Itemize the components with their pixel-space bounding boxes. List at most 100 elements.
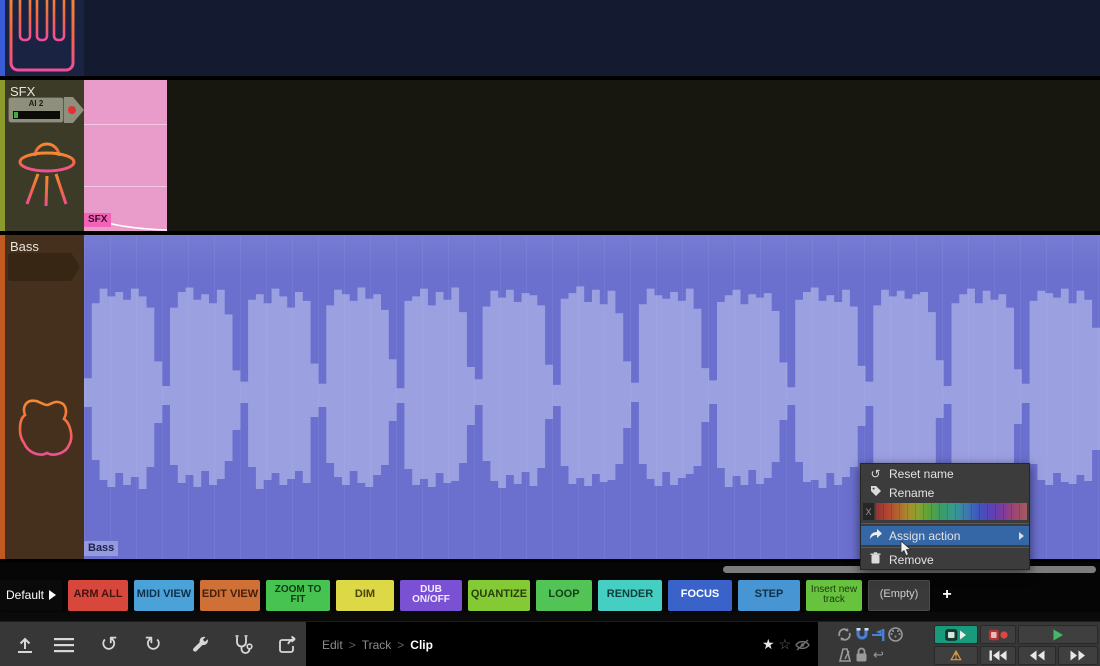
main-menu-button[interactable] xyxy=(47,628,81,661)
star-outline-icon[interactable]: ☆ xyxy=(779,636,792,653)
sfx-clip[interactable]: SFX xyxy=(84,80,167,231)
status-transport-bar: ↺ ↻ Edit > Track > Clip ★ ☆ ↩ ⚠ xyxy=(0,621,1100,666)
share-project-button[interactable] xyxy=(270,628,304,661)
sfx-level-meter xyxy=(13,111,60,119)
bass-clip-label: Bass xyxy=(84,541,119,556)
sync-toggle[interactable] xyxy=(836,626,853,643)
star-filled-icon[interactable]: ★ xyxy=(762,636,775,653)
sfx-track-lane[interactable]: SFX xyxy=(84,80,1100,231)
hamburger-menu-icon xyxy=(54,637,74,652)
menu-label: Reset name xyxy=(889,466,954,481)
undo-button[interactable]: ↺ xyxy=(92,628,126,661)
bass-track-header[interactable]: Bass xyxy=(0,235,84,559)
sfx-level-value xyxy=(14,112,18,118)
add-macro-button[interactable]: + xyxy=(936,580,958,611)
breadcrumb-edit[interactable]: Edit xyxy=(322,638,343,652)
breadcrumb-track[interactable]: Track xyxy=(362,638,392,652)
clip-context-menu: ↺ Reset name Rename X Assign action Remo… xyxy=(860,463,1030,570)
loop-button[interactable]: LOOP xyxy=(536,579,592,611)
go-to-start-button[interactable] xyxy=(980,646,1016,665)
insert-new-track-button[interactable]: Insert new track xyxy=(806,579,862,611)
toolbar-gap xyxy=(0,612,1100,621)
metronome-icon xyxy=(838,647,851,662)
quantize-button[interactable]: QUANTIZE xyxy=(468,579,530,611)
share-export-icon xyxy=(278,635,296,653)
sfx-track-header[interactable]: SFX AI 2 xyxy=(0,80,84,231)
color-picker-row: X xyxy=(861,502,1029,521)
bass-name-strip[interactable] xyxy=(8,253,80,281)
ufo-icon xyxy=(18,142,76,207)
preferences-button[interactable] xyxy=(183,628,217,661)
reset-icon: ↺ xyxy=(870,466,881,481)
return-to-cue-toggle[interactable]: ↩ xyxy=(870,646,887,663)
menu-item-rename[interactable]: Rename xyxy=(861,483,1029,502)
bass-guitar-icon xyxy=(18,377,73,456)
dim-button[interactable]: DIM xyxy=(336,579,394,611)
sfx-clip-label: SFX xyxy=(84,213,112,227)
rewind-button[interactable] xyxy=(1018,646,1056,665)
menu-separator xyxy=(861,523,1029,524)
chords-track-lane[interactable] xyxy=(84,0,1100,76)
scripting-button[interactable] xyxy=(226,628,260,661)
snap-toggle[interactable] xyxy=(853,626,870,643)
track-row-chords[interactable] xyxy=(0,0,1100,76)
midi-view-button[interactable]: MIDI VIEW xyxy=(134,579,194,611)
record-button[interactable] xyxy=(980,625,1016,644)
redo-button[interactable]: ↻ xyxy=(136,628,170,661)
wrench-icon xyxy=(192,636,208,652)
arm-all-button[interactable]: ARM ALL xyxy=(68,579,128,611)
lock-toggle[interactable] xyxy=(853,646,870,663)
breadcrumb-separator: > xyxy=(397,637,405,652)
menu-item-reset-name[interactable]: ↺ Reset name xyxy=(861,464,1029,483)
step-button[interactable]: STEP xyxy=(738,579,800,611)
skip-to-start-icon xyxy=(989,650,1007,661)
track-row-sfx[interactable]: SFX SFX AI 2 xyxy=(0,80,1100,231)
macro-toolbar: Default ARM ALL MIDI VIEW EDIT VIEW ZOOM… xyxy=(0,578,1100,612)
fast-forward-button[interactable] xyxy=(1058,646,1098,665)
midi-in-indicator[interactable] xyxy=(887,626,904,643)
sfx-track-color-strip xyxy=(0,80,5,231)
menu-separator xyxy=(861,547,1029,548)
preset-selector-button[interactable]: Default xyxy=(0,579,62,611)
sfx-fade-curve xyxy=(107,222,167,231)
menu-item-remove[interactable]: Remove xyxy=(861,550,1029,569)
clip-play-icon xyxy=(945,628,966,641)
loop-return-icon: ↩ xyxy=(873,646,884,662)
record-play-mode-button[interactable] xyxy=(934,625,978,644)
punch-flag-icon xyxy=(872,628,885,641)
sync-icon xyxy=(838,628,851,641)
bass-track-name: Bass xyxy=(10,239,39,254)
play-triangle-icon xyxy=(49,590,57,600)
bass-lane-shading xyxy=(84,235,1100,275)
color-clear-button[interactable]: X xyxy=(863,503,874,520)
render-button[interactable]: RENDER xyxy=(598,579,662,611)
color-picker-strip[interactable] xyxy=(875,503,1027,520)
focus-button[interactable]: FOCUS xyxy=(668,579,732,611)
warning-icon: ⚠ xyxy=(950,647,962,663)
edit-view-button[interactable]: EDIT VIEW xyxy=(200,579,260,611)
sfx-record-arm-button[interactable] xyxy=(64,97,84,123)
assign-arrow-icon xyxy=(869,528,882,543)
breadcrumb: Edit > Track > Clip xyxy=(306,622,818,666)
zoom-to-fit-button[interactable]: ZOOM TO FIT xyxy=(266,579,330,611)
bass-track-color-strip xyxy=(0,235,5,559)
play-button[interactable] xyxy=(1018,625,1098,644)
eye-slash-icon[interactable] xyxy=(795,638,810,651)
breadcrumb-separator: > xyxy=(348,637,356,652)
midi-din-icon xyxy=(888,627,903,642)
chords-track-header[interactable] xyxy=(0,0,84,76)
favorite-controls: ★ ☆ xyxy=(762,622,810,666)
magnet-icon xyxy=(856,628,868,640)
dub-on-off-button[interactable]: DUB ON/OFF xyxy=(400,579,462,611)
empty-macro-slot[interactable]: (Empty) xyxy=(868,579,930,611)
sfx-input-meter[interactable]: AI 2 xyxy=(8,97,64,123)
menu-item-assign-action[interactable]: Assign action xyxy=(861,526,1029,545)
redo-icon: ↻ xyxy=(144,633,162,656)
sfx-input-label: AI 2 xyxy=(28,99,44,108)
warning-button[interactable]: ⚠ xyxy=(934,646,978,665)
punch-toggle[interactable] xyxy=(870,626,887,643)
lock-icon xyxy=(856,647,867,662)
metronome-toggle[interactable] xyxy=(836,646,853,663)
tag-icon xyxy=(869,485,882,500)
export-stems-button[interactable] xyxy=(8,628,42,661)
